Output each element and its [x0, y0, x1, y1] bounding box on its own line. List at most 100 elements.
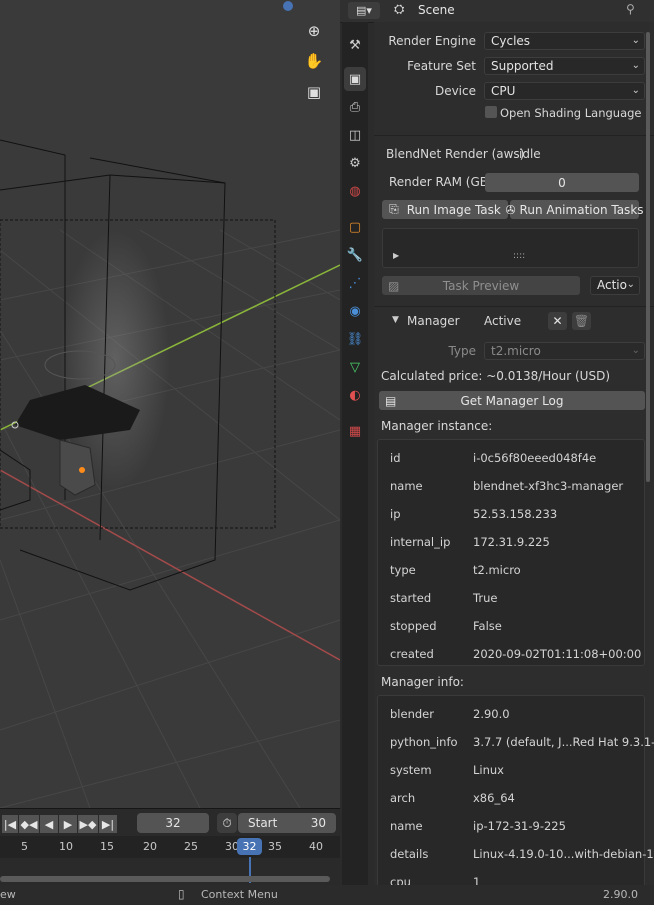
- world-tab-icon[interactable]: ◍: [344, 179, 366, 203]
- ruler-tick: 10: [59, 840, 73, 853]
- particles-tab-icon[interactable]: ⋰: [344, 271, 366, 295]
- info-value: 1: [473, 875, 481, 885]
- origin-dot: [79, 467, 85, 473]
- type-dropdown[interactable]: t2.micro ⌄: [484, 342, 645, 360]
- tool-tab-icon[interactable]: ⚒: [344, 33, 366, 57]
- osl-label: Open Shading Language: [500, 106, 642, 120]
- feature-set-value: Supported: [491, 59, 554, 73]
- chevron-down-icon: ⌄: [631, 35, 640, 46]
- navigation-gizmo-dot[interactable]: [283, 1, 293, 11]
- prev-keyframe-icon[interactable]: ◆◀: [19, 815, 39, 833]
- instance-value: 172.31.9.225: [473, 535, 550, 549]
- osl-checkbox[interactable]: [485, 106, 497, 118]
- zoom-icon[interactable]: ⊕: [303, 20, 325, 42]
- physics-tab-icon[interactable]: ◉: [344, 299, 366, 323]
- resize-grip[interactable]: ::::: [513, 251, 525, 261]
- instance-key: type: [390, 563, 416, 577]
- log-icon: ▤: [385, 393, 397, 408]
- info-key: cpu: [390, 875, 411, 885]
- instance-value: 2020-09-02T01:11:08+00:00: [473, 647, 642, 661]
- trash-icon[interactable]: 🗑: [572, 312, 591, 330]
- chevron-down-icon: ⌄: [631, 85, 640, 96]
- modifier-tab-icon[interactable]: 🔧: [344, 243, 366, 267]
- run-image-task-label: Run Image Task: [406, 202, 501, 217]
- scene-title: Scene: [418, 3, 455, 17]
- render-engine-label: Render Engine: [388, 34, 476, 48]
- instance-key: internal_ip: [390, 535, 451, 549]
- collapse-triangle-icon[interactable]: ▼: [392, 315, 399, 325]
- chevron-down-icon: ⌄: [631, 60, 640, 71]
- manager-instance-heading: Manager instance:: [381, 419, 493, 433]
- x-axis-line: [0, 469, 340, 661]
- material-tab-icon[interactable]: ◐: [344, 383, 366, 407]
- feature-set-dropdown[interactable]: Supported ⌄: [484, 57, 645, 75]
- get-manager-log-label: Get Manager Log: [460, 393, 564, 408]
- render-engine-dropdown[interactable]: Cycles ⌄: [484, 32, 645, 50]
- texture-tab-icon[interactable]: ▦: [344, 419, 366, 443]
- properties-scrollbar[interactable]: [646, 32, 650, 482]
- constraints-tab-icon[interactable]: ⛓: [344, 327, 366, 351]
- next-keyframe-icon[interactable]: ▶◆: [78, 815, 98, 833]
- view-layer-tab-icon[interactable]: ◫: [344, 123, 366, 147]
- task-list[interactable]: ▶ ::::: [382, 228, 639, 268]
- object-tab-icon[interactable]: ▢: [344, 215, 366, 239]
- data-tab-icon[interactable]: ▽: [344, 355, 366, 379]
- manager-status: Active: [484, 314, 522, 328]
- run-animation-tasks-button[interactable]: ✇ Run Animation Tasks: [505, 200, 644, 219]
- output-tab-icon[interactable]: ⎙: [344, 95, 366, 119]
- action-value: Actio: [597, 278, 627, 292]
- scene-icon: ⛭: [394, 2, 405, 17]
- feature-set-label: Feature Set: [407, 59, 476, 73]
- ruler-tick: 25: [184, 840, 198, 853]
- playhead[interactable]: 32: [237, 838, 262, 855]
- type-label: Type: [448, 344, 476, 358]
- device-dropdown[interactable]: CPU ⌄: [484, 82, 645, 100]
- blendnet-label: BlendNet Render (aws): [386, 147, 525, 161]
- version-label: 2.90.0: [603, 888, 638, 901]
- task-preview-button[interactable]: ▨ Task Preview: [382, 276, 580, 295]
- timeline[interactable]: |◀ ◆◀ ◀ ▶ ▶◆ ▶| 32 ⏱ Start 30 5 10 15 20…: [0, 808, 340, 886]
- properties-header: ▤▾ ⛭ Scene ⚲: [340, 0, 654, 23]
- stop-manager-icon[interactable]: ✕: [548, 312, 567, 330]
- play-icon[interactable]: ▶: [59, 815, 77, 833]
- get-manager-log-button[interactable]: ▤ Get Manager Log: [379, 391, 645, 410]
- task-preview-label: Task Preview: [442, 278, 520, 293]
- jump-end-icon[interactable]: ▶|: [99, 815, 117, 833]
- editor-type-dropdown[interactable]: ▤▾: [348, 2, 380, 19]
- run-image-task-button[interactable]: ⎘ Run Image Task: [382, 200, 508, 219]
- camera-icon[interactable]: ▣: [303, 81, 325, 103]
- ruler-tick: 15: [100, 840, 114, 853]
- info-key: blender: [390, 707, 434, 721]
- ruler-tick: 20: [143, 840, 157, 853]
- jump-start-icon[interactable]: |◀: [2, 815, 18, 833]
- instance-value: t2.micro: [473, 563, 521, 577]
- play-reverse-icon[interactable]: ◀: [40, 815, 58, 833]
- render-ram-label: Render RAM (GB): [389, 175, 493, 189]
- 3d-viewport[interactable]: ⊕ ✋ ▣: [0, 0, 340, 808]
- instance-value: blendnet-xf3hc3-manager: [473, 479, 624, 493]
- expand-triangle-icon[interactable]: ▶: [393, 251, 399, 260]
- chevron-down-icon: ⌄: [626, 279, 635, 290]
- instance-value: True: [473, 591, 498, 605]
- scene-tab-icon[interactable]: ⚙: [344, 151, 366, 175]
- context-menu-hint: Context Menu: [201, 888, 278, 901]
- render-tab-icon[interactable]: ▣: [344, 67, 366, 91]
- run-animation-tasks-label: Run Animation Tasks: [519, 202, 644, 217]
- action-dropdown[interactable]: Actio ⌄: [590, 276, 640, 295]
- info-key: name: [390, 819, 423, 833]
- info-value: 2.90.0: [473, 707, 510, 721]
- timeline-scrollbar[interactable]: [0, 876, 330, 882]
- start-value: 30: [310, 816, 326, 830]
- pin-icon[interactable]: ⚲: [626, 2, 635, 16]
- start-frame-field[interactable]: Start 30: [238, 813, 336, 833]
- hand-icon[interactable]: ✋: [303, 50, 325, 72]
- instance-value: 52.53.158.233: [473, 507, 558, 521]
- device-label: Device: [434, 84, 476, 98]
- properties-tabs: ⚒ ▣ ⎙ ◫ ⚙ ◍ ▢ 🔧 ⋰ ◉ ⛓ ▽ ◐ ▦: [342, 22, 368, 885]
- render-ram-field[interactable]: 0: [485, 173, 639, 192]
- start-label: Start: [248, 816, 278, 830]
- current-frame-field[interactable]: 32: [137, 813, 209, 833]
- info-value: Linux-4.19.0-10...with-debian-10.: [473, 847, 654, 861]
- manager-label[interactable]: Manager: [407, 314, 460, 328]
- stopwatch-icon[interactable]: ⏱: [217, 813, 237, 833]
